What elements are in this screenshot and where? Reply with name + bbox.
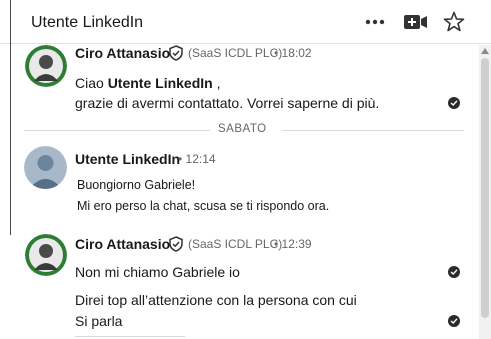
read-receipt-icon xyxy=(448,266,460,278)
date-separator: SABATO xyxy=(24,123,464,135)
avatar[interactable] xyxy=(25,234,67,276)
message-text: Mi ero perso la chat, scusa se ti rispon… xyxy=(77,199,330,213)
sender-company: (SaaS ICDL PLC) xyxy=(188,46,283,60)
message-text: grazie di avermi contattato. Vorrei sape… xyxy=(75,95,380,111)
message-text: Si parla xyxy=(75,313,123,329)
verified-shield-icon xyxy=(168,45,184,61)
sender-name[interactable]: Ciro Attanasio xyxy=(75,45,170,61)
sender-name[interactable]: Ciro Attanasio xyxy=(75,236,170,252)
avatar[interactable] xyxy=(25,45,67,87)
avatar[interactable] xyxy=(24,146,67,189)
panel-edge xyxy=(10,0,11,235)
sender-company: (SaaS ICDL PLC) xyxy=(188,237,283,251)
star-icon[interactable] xyxy=(442,10,466,34)
more-options-icon[interactable] xyxy=(363,10,387,34)
scrollbar-thumb[interactable] xyxy=(481,58,489,318)
message-time: • 18:02 xyxy=(274,46,312,60)
scroll-up-icon[interactable] xyxy=(481,48,489,54)
read-receipt-icon xyxy=(448,315,460,327)
message-text: Ciao Utente LinkedIn , xyxy=(75,75,221,91)
read-receipt-icon xyxy=(448,97,460,109)
date-separator-label: SABATO xyxy=(218,123,267,135)
divider xyxy=(75,336,185,337)
conversation-title[interactable]: Utente LinkedIn xyxy=(31,14,143,32)
conversation-header: Utente LinkedIn xyxy=(0,0,491,44)
sender-name[interactable]: Utente LinkedIn xyxy=(75,151,180,167)
message-text: Buongiorno Gabriele! xyxy=(77,178,196,192)
video-call-icon[interactable] xyxy=(403,10,427,34)
message-text: Direi top all’attenzione con la persona … xyxy=(75,292,357,308)
message-time: • 12:14 xyxy=(178,152,216,166)
message-text: Non mi chiamo Gabriele io xyxy=(75,264,240,280)
verified-shield-icon xyxy=(168,236,184,252)
message-time: • 12:39 xyxy=(274,237,312,251)
